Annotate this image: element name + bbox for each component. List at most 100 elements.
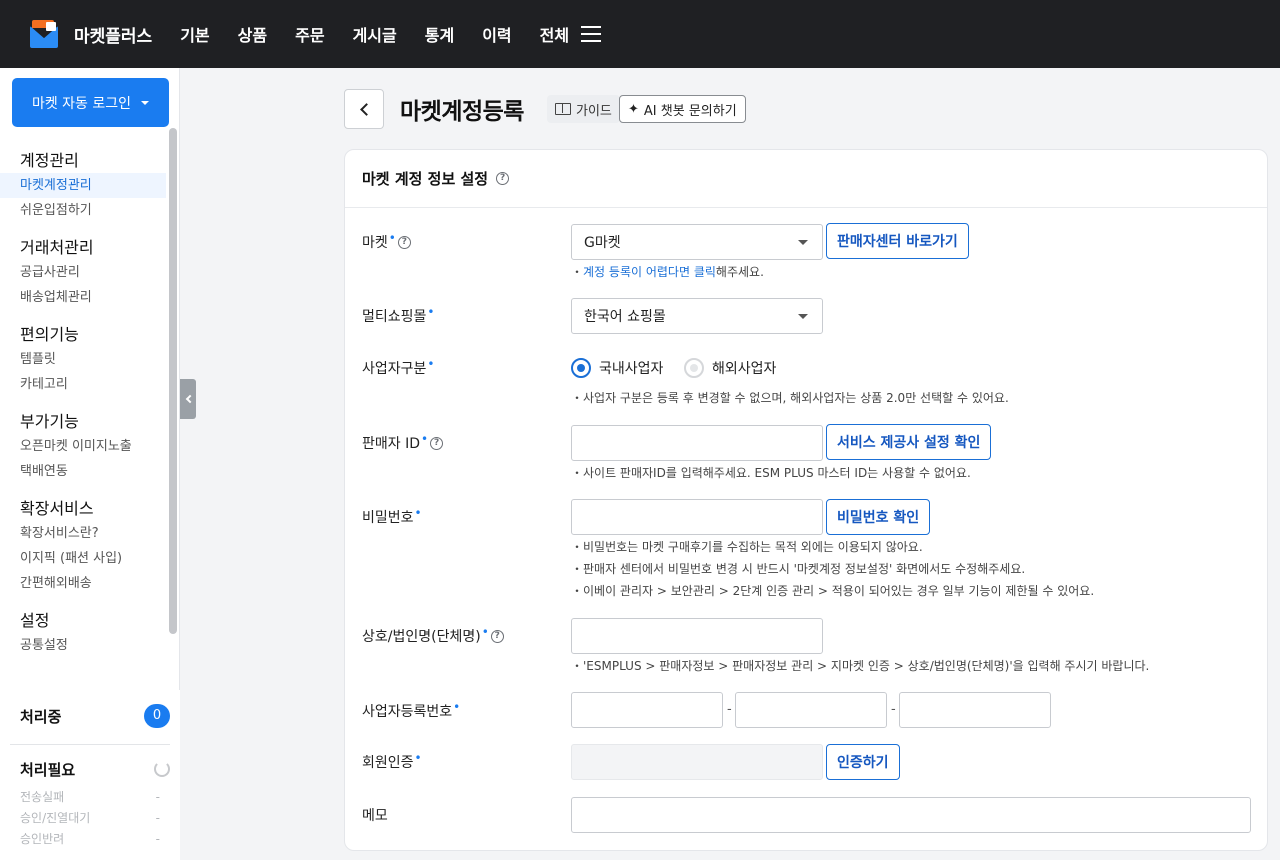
help-icon[interactable]: ? xyxy=(490,629,504,643)
sidebar: 마켓 자동 로그인 계정관리 마켓계정관리 쉬운입점하기 거래처관리 공급사관리… xyxy=(0,68,180,860)
required-mark: • xyxy=(388,231,396,245)
help-icon[interactable]: ? xyxy=(397,235,411,249)
field-label: 판매자 ID xyxy=(362,436,420,452)
biz-number-part2-input[interactable] xyxy=(735,692,887,728)
sidebar-section-addons: 부가기능 xyxy=(20,412,79,431)
nav-item-all[interactable]: 전체 xyxy=(540,22,569,46)
logo[interactable]: 마켓플러스 xyxy=(30,20,152,48)
help-icon[interactable]: ? xyxy=(496,172,510,185)
field-label: 사업자등록번호 xyxy=(362,704,453,720)
radio-label: 해외사업자 xyxy=(712,361,777,377)
nav-item-posts[interactable]: 게시글 xyxy=(353,22,397,46)
registration-help-link[interactable]: 계정 등록이 어렵다면 클릭 xyxy=(583,265,716,279)
password-row-label: 비밀번호 • xyxy=(362,506,422,527)
required-mark: • xyxy=(481,625,489,639)
collapse-left-icon xyxy=(185,394,194,404)
sidebar-item-what-is-extension[interactable]: 확장서비스란? xyxy=(0,521,166,546)
menu-icon[interactable] xyxy=(581,26,602,42)
chevron-down-icon xyxy=(798,240,808,245)
sidebar-item-easypick[interactable]: 이지픽 (패션 사입) xyxy=(0,546,166,571)
sidebar-item-suppliers[interactable]: 공급사관리 xyxy=(0,260,166,285)
sparkle-icon: ✦ xyxy=(628,101,639,117)
company-name-input[interactable] xyxy=(571,618,823,654)
processing-label: 처리중 xyxy=(20,707,62,726)
guide-label: 가이드 xyxy=(576,103,612,119)
password-hint: ・비밀번호는 마켓 구매후기를 수집하는 목적 외에는 이용되지 않아요. xyxy=(571,540,923,554)
company-name-row-label: 상호/법인명(단체명) •? xyxy=(362,625,504,646)
status-row[interactable]: 전송실패 - xyxy=(0,787,180,808)
market-row-label: 마켓 •? xyxy=(362,231,411,252)
status-row-value: - xyxy=(155,832,160,846)
memo-input[interactable] xyxy=(571,797,1251,833)
field-label: 비밀번호 xyxy=(362,510,414,526)
logo-icon xyxy=(30,20,58,48)
chevron-down-icon xyxy=(141,100,150,105)
required-mark: • xyxy=(414,751,422,765)
biz-type-hint: ・사업자 구분은 등록 후 변경할 수 없으며, 해외사업자는 상품 2.0만 … xyxy=(571,391,1009,405)
biz-number-part1-input[interactable] xyxy=(571,692,723,728)
help-icon[interactable]: ? xyxy=(430,436,444,450)
sidebar-item-overseas-shipping[interactable]: 간편해외배송 xyxy=(0,571,166,596)
market-auto-login-button[interactable]: 마켓 자동 로그인 xyxy=(12,78,169,127)
sidebar-menu: 계정관리 마켓계정관리 쉬운입점하기 거래처관리 공급사관리 배송업체관리 편의… xyxy=(0,138,166,690)
company-name-hint: ・'ESMPLUS > 판매자정보 > 판매자정보 관리 > 지마켓 인증 > … xyxy=(571,659,1150,673)
provider-settings-button[interactable]: 서비스 제공사 설정 확인 xyxy=(826,424,992,460)
sidebar-item-templates[interactable]: 템플릿 xyxy=(0,347,166,372)
page-title: 마켓계정등록 xyxy=(400,99,524,125)
password-input[interactable] xyxy=(571,499,823,535)
processing-count-badge[interactable]: 0 xyxy=(144,704,170,728)
sidebar-item-courier-link[interactable]: 택배연동 xyxy=(0,459,166,484)
radio-disabled-icon xyxy=(684,358,704,378)
sidebar-item-openmarket-image[interactable]: 오픈마켓 이미지노출 xyxy=(0,434,166,459)
ai-chatbot-button[interactable]: ✦ AI 챗봇 문의하기 xyxy=(619,95,746,123)
password-hint: ・판매자 센터에서 비밀번호 변경 시 반드시 '마켓계정 정보설정' 화면에서… xyxy=(571,562,1026,576)
field-label: 마켓 xyxy=(362,235,388,251)
radio-label: 국내사업자 xyxy=(599,361,664,377)
nav-item-orders[interactable]: 주문 xyxy=(295,22,324,46)
needs-action-label: 처리필요 xyxy=(20,760,76,779)
sidebar-section-account: 계정관리 xyxy=(20,151,79,170)
nav-item-stats[interactable]: 통계 xyxy=(425,22,454,46)
refresh-icon[interactable] xyxy=(154,761,170,777)
sidebar-item-carriers[interactable]: 배송업체관리 xyxy=(0,285,166,310)
multishop-select[interactable]: 한국어 쇼핑몰 xyxy=(571,298,823,334)
member-auth-row-label: 회원인증 • xyxy=(362,751,422,772)
app-name: 마켓플러스 xyxy=(74,26,153,47)
sidebar-item-common-settings[interactable]: 공통설정 xyxy=(0,633,166,658)
status-row-label: 전송실패 xyxy=(20,790,65,804)
status-row[interactable]: 승인반려 - xyxy=(0,829,180,850)
back-button[interactable] xyxy=(344,89,384,129)
seller-center-button[interactable]: 판매자센터 바로가기 xyxy=(826,223,969,259)
book-icon xyxy=(555,103,571,115)
nav-item-products[interactable]: 상품 xyxy=(238,22,267,46)
status-row-label: 승인/진열대기 xyxy=(20,811,91,825)
biz-number-part3-input[interactable] xyxy=(899,692,1051,728)
seller-id-input[interactable] xyxy=(571,425,823,461)
radio-domestic[interactable]: 국내사업자 xyxy=(571,358,663,378)
multishop-row-label: 멀티쇼핑몰 • xyxy=(362,305,434,326)
sidebar-item-market-account[interactable]: 마켓계정관리 xyxy=(0,173,166,198)
biz-number-row-label: 사업자등록번호 • xyxy=(362,700,461,721)
field-label: 상호/법인명(단체명) xyxy=(362,629,481,645)
guide-button[interactable]: 가이드 xyxy=(547,95,620,123)
memo-row-label: 메모 xyxy=(362,805,388,825)
nav-item-history[interactable]: 이력 xyxy=(482,22,511,46)
sidebar-section-settings: 설정 xyxy=(20,611,50,630)
sidebar-collapse-button[interactable] xyxy=(180,379,196,419)
chevron-down-icon xyxy=(798,314,808,319)
authenticate-button[interactable]: 인증하기 xyxy=(826,744,900,780)
required-mark: • xyxy=(421,432,429,446)
required-mark: • xyxy=(453,700,461,714)
nav-item-basic[interactable]: 기본 xyxy=(180,22,209,46)
sidebar-item-categories[interactable]: 카테고리 xyxy=(0,372,166,397)
sidebar-scrollbar[interactable] xyxy=(169,128,177,634)
market-select[interactable]: G마켓 xyxy=(571,224,823,260)
biz-type-row-label: 사업자구분 • xyxy=(362,357,434,378)
check-password-button[interactable]: 비밀번호 확인 xyxy=(826,499,931,535)
field-label: 사업자구분 xyxy=(362,361,427,377)
radio-overseas[interactable]: 해외사업자 xyxy=(684,358,776,378)
sidebar-item-easy-onboarding[interactable]: 쉬운입점하기 xyxy=(0,198,166,223)
market-hint: ・계정 등록이 어렵다면 클릭해주세요. xyxy=(571,261,764,283)
status-row[interactable]: 승인/진열대기 - xyxy=(0,808,180,829)
separator: - xyxy=(727,702,732,717)
